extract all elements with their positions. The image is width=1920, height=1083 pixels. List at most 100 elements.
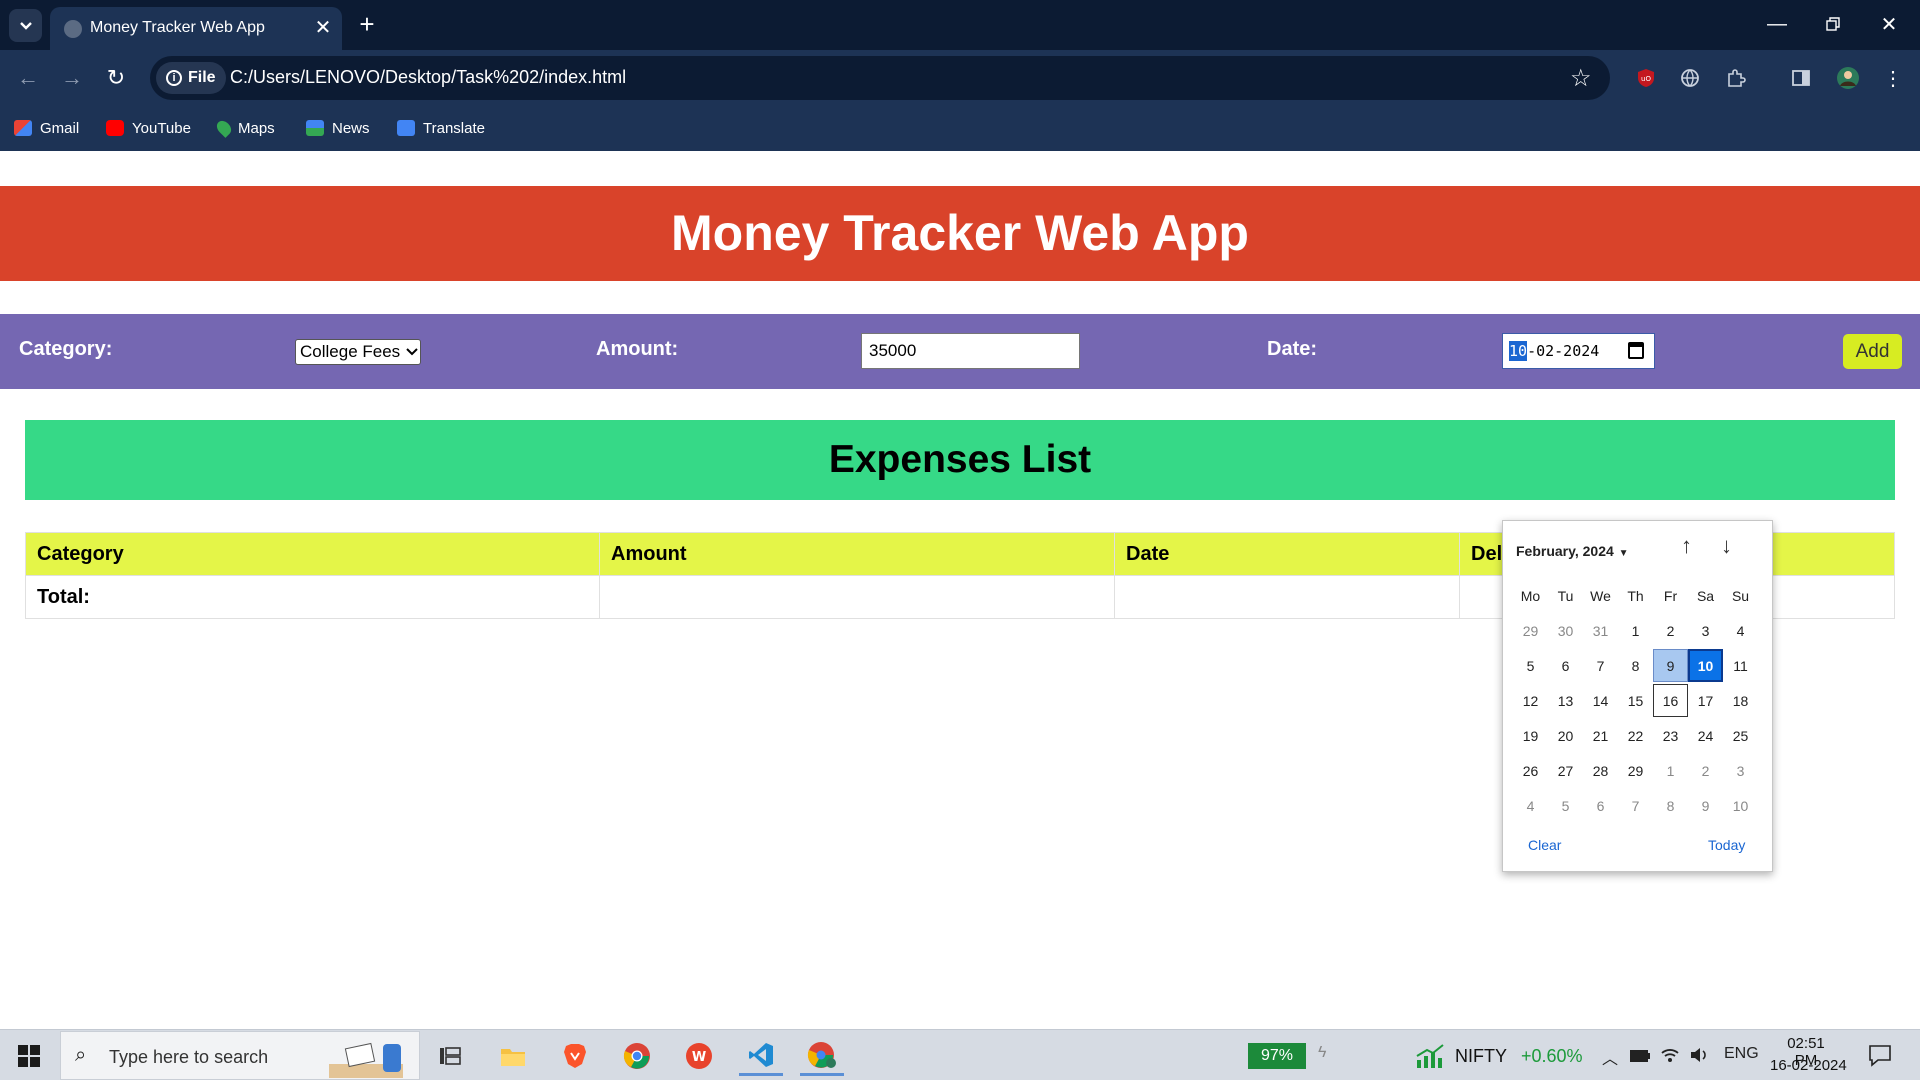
chevron-up-icon[interactable]: ︿: [1602, 1045, 1618, 1069]
calendar-day[interactable]: 5: [1513, 649, 1548, 682]
bookmark-news[interactable]: News: [306, 116, 370, 140]
calendar-day[interactable]: 6: [1548, 649, 1583, 682]
taskbar-vscode[interactable]: [739, 1036, 783, 1076]
calendar-day[interactable]: 27: [1548, 754, 1583, 787]
calendar-day[interactable]: 14: [1583, 684, 1618, 717]
caret-down-icon: ▼: [1615, 548, 1629, 559]
calendar-day[interactable]: 29: [1618, 754, 1653, 787]
calendar-day[interactable]: 25: [1723, 719, 1758, 752]
next-month-arrow-icon[interactable]: ↓: [1721, 533, 1732, 559]
calendar-day[interactable]: 1: [1618, 614, 1653, 647]
calendar-day[interactable]: 23: [1653, 719, 1688, 752]
calendar-day[interactable]: 24: [1688, 719, 1723, 752]
nifty-stock-widget[interactable]: NIFTY +0.60%: [1415, 1044, 1583, 1068]
tab-close-button[interactable]: ✕: [312, 15, 334, 40]
calendar-day[interactable]: 2: [1653, 614, 1688, 647]
notification-center-icon[interactable]: [1868, 1043, 1892, 1072]
date-input[interactable]: 10 -02-2024: [1502, 333, 1655, 369]
taskbar-search-box[interactable]: ⌕ Type here to search: [60, 1031, 420, 1080]
forward-button[interactable]: →: [56, 62, 88, 94]
calendar-day[interactable]: 11: [1723, 649, 1758, 682]
taskbar-chrome[interactable]: [615, 1036, 659, 1076]
calendar-day-today[interactable]: 16: [1653, 684, 1688, 717]
new-tab-button[interactable]: +: [352, 9, 382, 40]
calendar-day[interactable]: 29: [1513, 614, 1548, 647]
calendar-day[interactable]: 21: [1583, 719, 1618, 752]
calendar-day[interactable]: 6: [1583, 789, 1618, 822]
previous-month-arrow-icon[interactable]: ↑: [1681, 533, 1692, 559]
task-view-button[interactable]: [428, 1036, 472, 1076]
clock-date[interactable]: 16-02-2024: [1770, 1057, 1847, 1074]
calendar-day[interactable]: 9: [1688, 789, 1723, 822]
taskbar-file-explorer[interactable]: [491, 1036, 535, 1076]
calendar-day[interactable]: 26: [1513, 754, 1548, 787]
address-bar[interactable]: i File C:/Users/LENOVO/Desktop/Task%202/…: [150, 56, 1610, 100]
profile-avatar[interactable]: [1835, 65, 1861, 91]
bookmark-maps[interactable]: Maps: [214, 116, 275, 140]
globe-icon: [64, 20, 82, 38]
today-button[interactable]: Today: [1708, 837, 1745, 853]
bookmark-star-icon[interactable]: ☆: [1570, 64, 1592, 93]
bookmarks-bar: Gmail YouTube Maps News Translate: [0, 106, 1920, 151]
calendar-day[interactable]: 20: [1548, 719, 1583, 752]
calendar-day[interactable]: 2: [1688, 754, 1723, 787]
calendar-day[interactable]: 4: [1723, 614, 1758, 647]
close-window-button[interactable]: ✕: [1866, 9, 1912, 39]
calendar-day[interactable]: 13: [1548, 684, 1583, 717]
reload-button[interactable]: ↻: [100, 62, 132, 94]
date-month-year-segment[interactable]: -02-2024: [1527, 342, 1599, 360]
taskbar-chrome-profile[interactable]: [800, 1036, 844, 1076]
bookmark-translate[interactable]: Translate: [397, 116, 485, 140]
language-indicator[interactable]: ENG: [1724, 1045, 1759, 1063]
date-day-segment[interactable]: 10: [1509, 341, 1528, 361]
amount-input[interactable]: 35000: [861, 333, 1080, 369]
calendar-day[interactable]: 5: [1548, 789, 1583, 822]
speaker-icon[interactable]: [1690, 1046, 1710, 1069]
month-year-dropdown[interactable]: February, 2024 ▼: [1516, 543, 1628, 559]
minimize-button[interactable]: —: [1754, 9, 1800, 39]
back-button[interactable]: ←: [12, 62, 44, 94]
battery-icon[interactable]: [1630, 1049, 1650, 1067]
calendar-day[interactable]: 4: [1513, 789, 1548, 822]
add-button[interactable]: Add: [1843, 334, 1902, 369]
clear-date-button[interactable]: Clear: [1528, 837, 1561, 853]
calendar-icon[interactable]: [1628, 342, 1644, 359]
calendar-day[interactable]: 10: [1723, 789, 1758, 822]
bookmark-youtube[interactable]: YouTube: [106, 116, 191, 140]
category-select[interactable]: College Fees: [295, 339, 421, 365]
calendar-day[interactable]: 17: [1688, 684, 1723, 717]
calendar-day[interactable]: 7: [1618, 789, 1653, 822]
calendar-day[interactable]: 30: [1548, 614, 1583, 647]
side-panel-icon[interactable]: [1788, 65, 1814, 91]
taskbar-wps-office[interactable]: W: [677, 1036, 721, 1076]
url-text[interactable]: C:/Users/LENOVO/Desktop/Task%202/index.h…: [230, 67, 626, 88]
calendar-day[interactable]: 7: [1583, 649, 1618, 682]
calendar-day-hovered[interactable]: 9: [1653, 649, 1688, 682]
wifi-icon[interactable]: [1660, 1047, 1680, 1068]
calendar-day[interactable]: 8: [1653, 789, 1688, 822]
browser-menu-icon[interactable]: ⋮: [1880, 65, 1906, 91]
start-button[interactable]: [0, 1030, 58, 1081]
restore-button[interactable]: [1810, 9, 1856, 39]
calendar-day[interactable]: 3: [1723, 754, 1758, 787]
extensions-puzzle-icon[interactable]: [1723, 65, 1749, 91]
ublock-extension-icon[interactable]: uO: [1633, 65, 1659, 91]
taskbar-brave[interactable]: [553, 1036, 597, 1076]
calendar-day[interactable]: 8: [1618, 649, 1653, 682]
calendar-day[interactable]: 19: [1513, 719, 1548, 752]
browser-tab[interactable]: Money Tracker Web App ✕: [50, 7, 342, 50]
calendar-day[interactable]: 12: [1513, 684, 1548, 717]
globe-extension-icon[interactable]: [1677, 65, 1703, 91]
calendar-day[interactable]: 18: [1723, 684, 1758, 717]
calendar-day-selected[interactable]: 10: [1688, 649, 1723, 682]
tab-search-button[interactable]: [9, 9, 42, 42]
calendar-day[interactable]: 15: [1618, 684, 1653, 717]
calendar-day[interactable]: 22: [1618, 719, 1653, 752]
site-info-chip[interactable]: i File: [156, 62, 226, 94]
calendar-day[interactable]: 1: [1653, 754, 1688, 787]
battery-percentage-badge[interactable]: 97%: [1248, 1043, 1306, 1069]
calendar-day[interactable]: 28: [1583, 754, 1618, 787]
calendar-day[interactable]: 31: [1583, 614, 1618, 647]
bookmark-gmail[interactable]: Gmail: [14, 116, 79, 140]
calendar-day[interactable]: 3: [1688, 614, 1723, 647]
